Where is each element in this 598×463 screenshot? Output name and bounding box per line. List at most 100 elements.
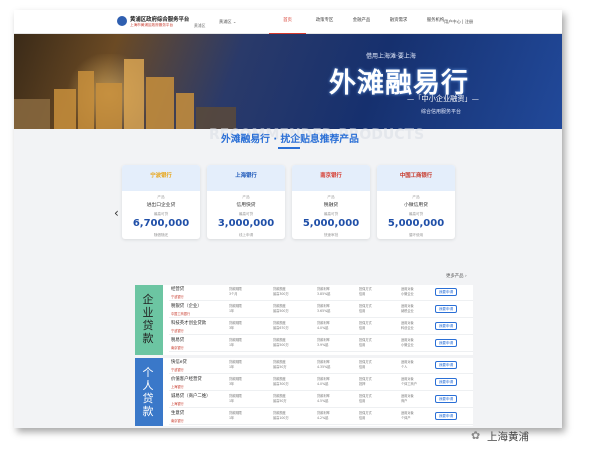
loan-group-label: 企业贷款 (135, 285, 163, 355)
apply-button[interactable]: 我要申请 (435, 305, 457, 313)
loan-name: 诚易贷（商户二维） (171, 394, 211, 399)
loan-name: 科技英才创业贷款 (171, 321, 207, 326)
product-name: 信用快贷 (236, 203, 256, 208)
loan-row: 科技英才创业贷款 宁波银行 贷款期限 3年 贷款额度 最高670万 贷款利率 4.0%… (169, 319, 473, 335)
loan-rate: 贷款利率 4.0%起 (317, 321, 330, 330)
section-underline (278, 147, 300, 149)
loan-rate: 贷款利率 3.65%起 (317, 304, 331, 313)
loan-group-panel: 企业贷款 经营贷 宁波银行 贷款期限 3个月 贷款额度 最高300万 贷款利率 3.8… (135, 285, 473, 355)
product-name: 税融贷 (323, 203, 339, 208)
carousel-prev-icon[interactable]: ‹ (114, 206, 119, 220)
screenshot-frame: 黄浦区政府综合服务平台 上海市黄浦区政府服务平台 黄浦区 黄浦区 ⌄ 首页 政策… (14, 10, 562, 428)
product-card[interactable]: 南京银行 产品 税融贷 最高可贷 5,000,000 快速审批 (292, 165, 370, 239)
product-name: 小微信用贷 (404, 203, 428, 208)
loan-guarantee: 担保方式 信用 (359, 411, 372, 420)
user-center-link[interactable]: 用户中心 | 注册 (444, 19, 473, 25)
loan-name: 生意贷 (171, 411, 185, 416)
loan-bank: 上海银行 (171, 385, 184, 389)
product-feature: 随借随还 (153, 233, 169, 237)
card-header: 中国工商银行 (377, 165, 455, 191)
loan-term: 贷款期限 1年 (229, 360, 242, 369)
loan-rate: 贷款利率 4.35%起 (317, 360, 331, 369)
bank-logo: 上海银行 (235, 173, 257, 179)
loan-row: 税易贷 南京银行 贷款期限 1年 贷款额度 最高500万 贷款利率 3.9%起 担保方… (169, 336, 473, 352)
loan-bank: 宁波银行 (171, 368, 184, 372)
product-label: 产品 (327, 195, 335, 199)
loan-row: 快信e贷 宁波银行 贷款期限 1年 贷款额度 最高50万 贷款利率 4.35%起 担保… (169, 358, 473, 374)
amount-label: 最高可贷 (408, 212, 424, 216)
site-name: 黄浦区政府综合服务平台 (130, 17, 190, 23)
product-label: 产品 (412, 195, 420, 199)
loan-amount: 贷款额度 最高500万 (273, 338, 289, 347)
apply-button[interactable]: 我要申请 (435, 361, 457, 369)
apply-button[interactable]: 我要申请 (435, 339, 457, 347)
loan-amount: 贷款额度 最高50万 (273, 360, 287, 369)
loan-guarantee: 担保方式 信用 (359, 360, 372, 369)
apply-button[interactable]: 我要申请 (435, 412, 457, 420)
site-subtitle: 上海市黄浦区政府服务平台 (130, 23, 174, 27)
product-label: 产品 (157, 195, 165, 199)
loan-target: 适用对象 个体工商户 (401, 377, 417, 386)
nav-demand[interactable]: 融资需求 (380, 10, 417, 34)
product-card[interactable]: 中国工商银行 产品 小微信用贷 最高可贷 5,000,000 循环使用 (377, 165, 455, 239)
section-title: 外滩融易行 · 扰企贴息推荐产品 (221, 134, 359, 145)
loan-guarantee: 担保方式 信用 (359, 304, 372, 313)
amount-label: 最高可贷 (238, 212, 254, 216)
nav-home[interactable]: 首页 (269, 10, 306, 34)
product-feature: 快速审批 (323, 233, 339, 237)
amount-label: 最高可贷 (323, 212, 339, 216)
loan-group-label: 个人贷款 (135, 358, 163, 426)
loan-target: 适用对象 科创企业 (401, 321, 414, 330)
max-amount: 5,000,000 (302, 218, 360, 229)
site-logo (117, 16, 127, 26)
loan-name: 经营贷 (171, 287, 185, 292)
nav-policy[interactable]: 政策专区 (306, 10, 343, 34)
loan-name: 价值客户经营贷 (171, 377, 202, 382)
apply-button[interactable]: 我要申请 (435, 395, 457, 403)
loan-term: 贷款期限 3年 (229, 321, 242, 330)
loan-guarantee: 担保方式 信用 (359, 394, 372, 403)
region-selector[interactable]: 黄浦区 ⌄ (219, 19, 236, 25)
card-header: 南京银行 (292, 165, 370, 191)
hero-banner: 借用上海滩·要上海 外滩融易行 —「中小企业融资」— 综合信用服务平台 (14, 34, 562, 129)
loan-amount: 贷款额度 最高500万 (273, 304, 289, 313)
product-card[interactable]: 上海银行 产品 信用快贷 最高可贷 3,000,000 线上申请 (207, 165, 285, 239)
loan-term: 贷款期限 3个月 (229, 287, 242, 296)
apply-button[interactable]: 我要申请 (435, 322, 457, 330)
banner-subtitle: —「中小企业融资」— (407, 94, 479, 103)
apply-button[interactable]: 我要申请 (435, 288, 457, 296)
product-label: 产品 (242, 195, 250, 199)
card-header: 上海银行 (207, 165, 285, 191)
more-products-link[interactable]: 更多产品 › (446, 273, 467, 279)
loan-amount: 贷款额度 最高300万 (273, 377, 289, 386)
nav-products[interactable]: 金融产品 (343, 10, 380, 34)
loan-target: 适用对象 小微企业 (401, 338, 414, 347)
loan-guarantee: 担保方式 抵押 (359, 377, 372, 386)
loan-term: 贷款期限 1年 (229, 338, 242, 347)
site-header: 黄浦区政府综合服务平台 上海市黄浦区政府服务平台 黄浦区 黄浦区 ⌄ 首页 政策… (14, 10, 562, 34)
loan-bank: 中国工商银行 (171, 312, 191, 316)
product-card[interactable]: 宁波银行 产品 进出口企业贷 最高可贷 6,700,000 随借随还 (122, 165, 200, 239)
loan-name: 税银贷（企业） (171, 304, 202, 309)
apply-button[interactable]: 我要申请 (435, 378, 457, 386)
loan-guarantee: 担保方式 信用 (359, 338, 372, 347)
loan-name: 税易贷 (171, 338, 185, 343)
max-amount: 5,000,000 (387, 218, 445, 229)
loan-amount: 贷款额度 最高670万 (273, 321, 289, 330)
product-feature: 线上申请 (238, 233, 254, 237)
loan-bank: 南京银行 (171, 419, 184, 423)
loan-row: 价值客户经营贷 上海银行 贷款期限 3年 贷款额度 最高300万 贷款利率 4.0%起… (169, 375, 473, 391)
loan-bank: 宁波银行 (171, 329, 184, 333)
loan-term: 贷款期限 1年 (229, 394, 242, 403)
card-header: 宁波银行 (122, 165, 200, 191)
loan-guarantee: 担保方式 信用 (359, 287, 372, 296)
max-amount: 3,000,000 (217, 218, 275, 229)
product-name: 进出口企业贷 (146, 203, 176, 208)
loan-target: 适用对象 个体户 (401, 411, 414, 420)
bank-logo: 中国工商银行 (399, 173, 433, 179)
loan-rate: 贷款利率 4.2%起 (317, 411, 330, 420)
loan-row: 税银贷（企业） 中国工商银行 贷款期限 1年 贷款额度 最高500万 贷款利率 3.6… (169, 302, 473, 318)
loan-target: 适用对象 小微企业 (401, 287, 414, 296)
loan-row: 生意贷 南京银行 贷款期限 1年 贷款额度 最高100万 贷款利率 4.2%起 担保方… (169, 409, 473, 425)
loan-rate: 贷款利率 3.85%起 (317, 287, 331, 296)
